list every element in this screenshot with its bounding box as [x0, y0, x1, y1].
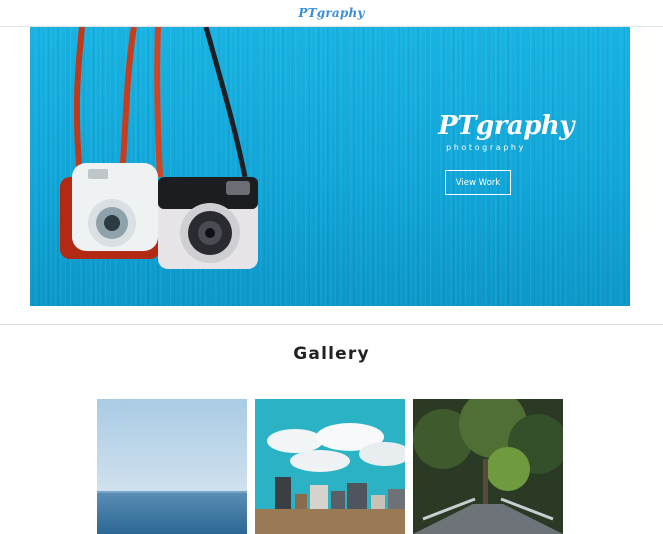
hero-banner: PTgraphy photography View Work — [30, 27, 630, 306]
city-skyline-image — [255, 399, 405, 534]
sea-horizon-image — [97, 399, 247, 534]
gallery-item-sea[interactable] — [97, 399, 247, 534]
view-work-button[interactable]: View Work — [445, 170, 511, 195]
section-divider — [0, 324, 663, 325]
forest-bridge-image — [413, 399, 563, 534]
gallery-item-forest[interactable] — [413, 399, 563, 534]
gallery-item-city[interactable] — [255, 399, 405, 534]
gallery-heading: Gallery — [293, 344, 370, 364]
hero-title: PTgraphy — [438, 111, 574, 141]
hero-cameras-image — [60, 27, 258, 269]
brand-logo-link[interactable]: PTgraphy — [298, 6, 364, 20]
top-navbar: PTgraphy — [0, 0, 663, 27]
hero-subtitle: photography — [446, 143, 526, 152]
